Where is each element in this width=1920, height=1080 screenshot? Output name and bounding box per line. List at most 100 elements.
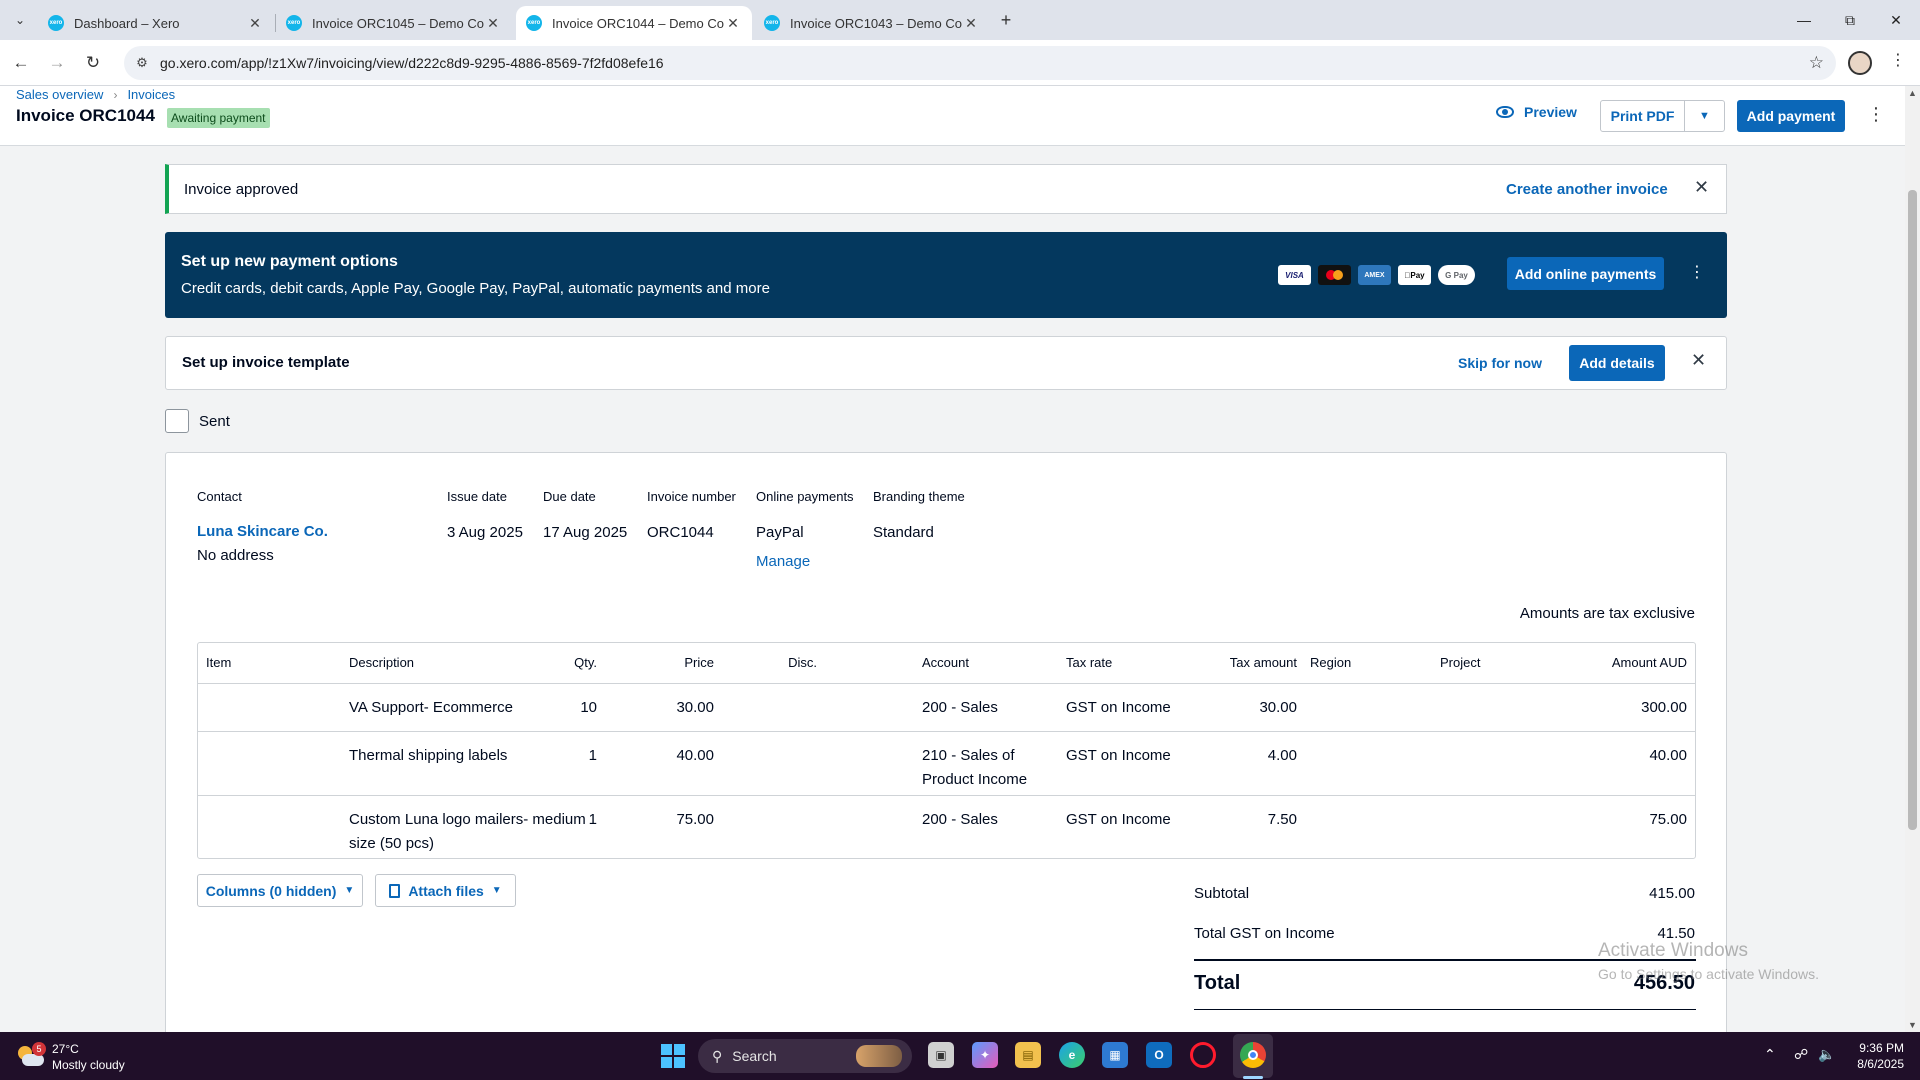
- new-tab-button[interactable]: +: [994, 8, 1018, 32]
- close-icon[interactable]: ✕: [1691, 350, 1706, 371]
- close-icon[interactable]: ✕: [1694, 177, 1709, 198]
- profile-avatar[interactable]: [1848, 51, 1872, 75]
- browser-tab[interactable]: xero Dashboard – Xero ✕: [38, 6, 274, 40]
- column-header-price: Price: [684, 655, 714, 670]
- chrome-icon[interactable]: [1240, 1042, 1266, 1068]
- copilot-icon[interactable]: ✦: [972, 1042, 998, 1068]
- column-header-discount: Disc.: [788, 655, 817, 670]
- scroll-up-icon[interactable]: ▲: [1908, 88, 1917, 98]
- amex-icon: AMEX: [1358, 265, 1391, 285]
- chevron-up-icon[interactable]: ⌃: [1764, 1046, 1776, 1063]
- column-header-item: Item: [206, 655, 232, 670]
- restore-icon[interactable]: ⧉: [1827, 0, 1873, 40]
- reload-icon[interactable]: ↻: [80, 50, 106, 76]
- scroll-down-icon[interactable]: ▼: [1908, 1020, 1917, 1030]
- payment-card-logos: VISA AMEX Pay G Pay: [1278, 265, 1475, 285]
- browser-menu-icon[interactable]: ⋮: [1890, 50, 1906, 70]
- page-scrollbar[interactable]: ▲ ▼: [1905, 86, 1920, 1032]
- browser-tab[interactable]: xero Invoice ORC1043 – Demo Comp ✕: [754, 6, 990, 40]
- more-options-icon[interactable]: ⋮: [1689, 262, 1705, 282]
- chevron-down-icon[interactable]: ▼: [1685, 101, 1724, 131]
- network-icon[interactable]: ☍: [1794, 1046, 1808, 1063]
- breadcrumb-invoices[interactable]: Invoices: [127, 87, 175, 102]
- add-online-payments-button[interactable]: Add online payments: [1507, 257, 1664, 290]
- file-explorer-icon[interactable]: ▤: [1015, 1042, 1041, 1068]
- chevron-down-icon: ▼: [344, 885, 355, 896]
- microsoft-store-icon[interactable]: ▦: [1102, 1042, 1128, 1068]
- close-icon[interactable]: ✕: [724, 15, 742, 32]
- contact-address: No address: [197, 547, 274, 564]
- forward-icon[interactable]: →: [44, 50, 70, 76]
- column-header-tax-rate: Tax rate: [1066, 655, 1113, 670]
- manage-payments-link[interactable]: Manage: [756, 553, 810, 570]
- outlook-icon[interactable]: O: [1146, 1042, 1172, 1068]
- breadcrumb-sales-overview[interactable]: Sales overview: [16, 87, 103, 102]
- system-clock[interactable]: 9:36 PM 8/6/2025: [1848, 1040, 1904, 1072]
- table-row[interactable]: VA Support- Ecommerce 10 30.00 200 - Sal…: [198, 683, 1695, 731]
- task-view-icon[interactable]: ▣: [928, 1042, 954, 1068]
- opera-icon[interactable]: [1190, 1042, 1216, 1068]
- add-payment-button[interactable]: Add payment: [1737, 100, 1845, 132]
- close-icon[interactable]: ✕: [962, 15, 980, 32]
- back-icon[interactable]: ←: [8, 50, 34, 76]
- create-another-invoice-link[interactable]: Create another invoice: [1506, 181, 1668, 198]
- edge-browser-icon[interactable]: e: [1059, 1042, 1085, 1068]
- xero-favicon-icon: xero: [526, 15, 542, 31]
- notification-badge: 5: [32, 1042, 46, 1056]
- volume-icon[interactable]: 🔈: [1818, 1046, 1835, 1063]
- template-heading: Set up invoice template: [182, 354, 350, 371]
- bookmark-star-icon[interactable]: ☆: [1809, 53, 1824, 73]
- weather-description: Mostly cloudy: [52, 1058, 125, 1072]
- preview-label: Preview: [1524, 104, 1577, 120]
- table-row[interactable]: Thermal shipping labels 1 40.00 210 - Sa…: [198, 731, 1695, 795]
- columns-button[interactable]: Columns (0 hidden) ▼: [197, 874, 363, 907]
- address-bar[interactable]: ⚙ go.xero.com/app/!z1Xw7/invoicing/view/…: [124, 46, 1836, 80]
- weather-temperature: 27°C: [52, 1042, 79, 1056]
- windows-start-icon[interactable]: [661, 1044, 685, 1068]
- skip-for-now-link[interactable]: Skip for now: [1458, 355, 1542, 371]
- issue-date-value: 3 Aug 2025: [447, 524, 523, 541]
- status-badge: Awaiting payment: [167, 108, 270, 128]
- column-header-amount: Amount AUD: [1611, 655, 1687, 670]
- attach-files-button[interactable]: Attach files ▼: [375, 874, 516, 907]
- sent-checkbox[interactable]: [165, 409, 189, 433]
- windows-taskbar: 5 27°C Mostly cloudy ⚲ Search ▣ ✦ ▤ e ▦ …: [0, 1032, 1920, 1080]
- eye-icon: [1496, 106, 1514, 118]
- browser-tab[interactable]: xero Invoice ORC1045 – Demo Comp ✕: [276, 6, 512, 40]
- browser-toolbar: ← → ↻ ⚙ go.xero.com/app/!z1Xw7/invoicing…: [0, 40, 1920, 86]
- chevron-down-icon: ▼: [491, 885, 502, 896]
- add-details-button[interactable]: Add details: [1569, 345, 1665, 381]
- browser-tab-active[interactable]: xero Invoice ORC1044 – Demo Comp ✕: [516, 6, 752, 40]
- xero-favicon-icon: xero: [48, 15, 64, 31]
- site-settings-icon[interactable]: ⚙: [124, 55, 160, 71]
- more-options-icon[interactable]: ⋮: [1867, 104, 1885, 125]
- window-close-icon[interactable]: ✕: [1873, 0, 1919, 40]
- line-price: 40.00: [676, 747, 714, 764]
- taskbar-search[interactable]: ⚲ Search: [698, 1039, 912, 1073]
- line-amount: 75.00: [1649, 811, 1687, 828]
- browser-tabstrip: ⌄ xero Dashboard – Xero ✕ xero Invoice O…: [0, 0, 1920, 40]
- table-row[interactable]: Custom Luna logo mailers- medium size (5…: [198, 795, 1695, 858]
- minimize-icon[interactable]: —: [1781, 0, 1827, 40]
- weather-widget[interactable]: 5 27°C Mostly cloudy: [16, 1041, 125, 1073]
- close-icon[interactable]: ✕: [484, 15, 502, 32]
- line-tax-rate: GST on Income: [1066, 747, 1171, 764]
- tab-search-icon[interactable]: ⌄: [8, 8, 32, 32]
- line-tax-rate: GST on Income: [1066, 699, 1171, 716]
- print-pdf-button[interactable]: Print PDF: [1601, 101, 1685, 131]
- approved-notice: Invoice approved Create another invoice …: [165, 164, 1727, 214]
- online-payments-label: Online payments: [756, 489, 854, 504]
- due-date-label: Due date: [543, 489, 596, 504]
- taskbar-search-label: Search: [732, 1048, 777, 1064]
- preview-button[interactable]: Preview: [1496, 104, 1577, 120]
- close-icon[interactable]: ✕: [246, 15, 264, 32]
- scrollbar-thumb[interactable]: [1908, 190, 1917, 830]
- column-header-tax-amount: Tax amount: [1229, 655, 1297, 670]
- contact-name-link[interactable]: Luna Skincare Co.: [197, 523, 328, 540]
- column-header-description: Description: [349, 655, 415, 670]
- line-account: 200 - Sales: [922, 699, 998, 716]
- subtotal-label: Subtotal: [1194, 885, 1250, 902]
- invoice-number-label: Invoice number: [647, 489, 736, 504]
- column-header-qty: Qty.: [574, 655, 597, 670]
- sent-checkbox-row[interactable]: Sent: [165, 409, 230, 433]
